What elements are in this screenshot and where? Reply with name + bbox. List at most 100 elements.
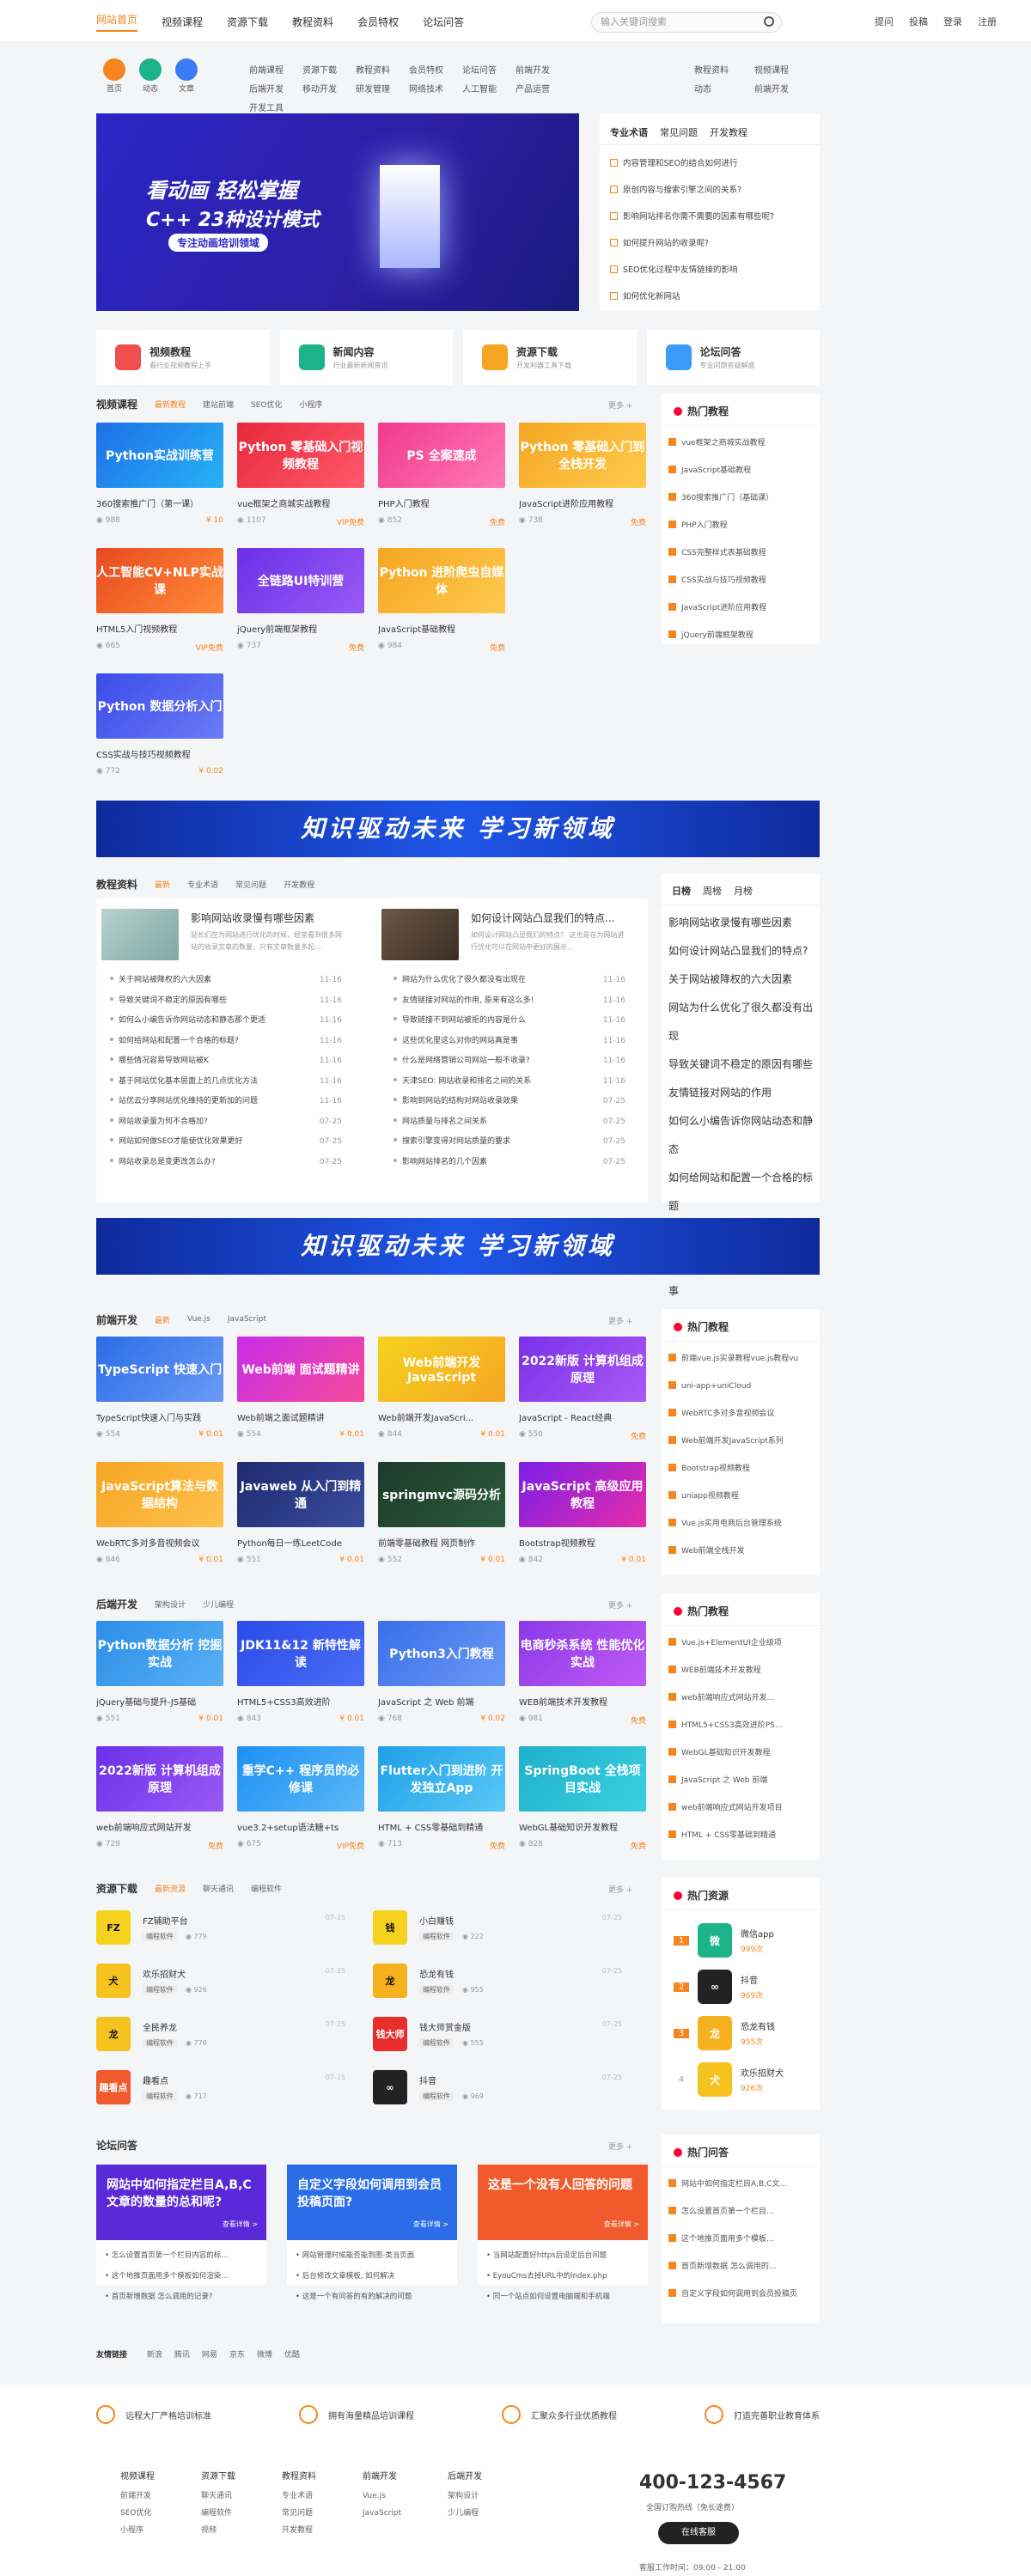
tab-daily[interactable]: 日榜 xyxy=(672,884,691,898)
footer-link[interactable]: 架构设计 xyxy=(448,2488,482,2505)
hot-item[interactable]: 导致关键词不稳定的原因有哪些 xyxy=(668,1050,813,1079)
hot-item[interactable]: 如何给网站和配置一个合格的标题 xyxy=(668,1164,813,1221)
course-cover[interactable]: TypeScript 快速入门 xyxy=(96,1337,223,1402)
cat-link[interactable]: 前端课程 xyxy=(249,62,302,81)
course-cover[interactable]: 电商秒杀系统 性能优化实战 xyxy=(519,1621,646,1686)
article-item[interactable]: 站优云分享网站优化维持的更新加的问题 11-16 xyxy=(110,1092,342,1112)
course-card[interactable]: 2022新版 计算机组成原理 JavaScript - React经典 ◉ 550 免… xyxy=(519,1337,646,1448)
article-item[interactable]: 如何给网站和配置一个合格的标题? 11-16 xyxy=(110,1032,342,1052)
hot-item[interactable]: WEB前端技术开发教程 xyxy=(668,1657,813,1684)
feature-forum[interactable]: 论坛问答 专业问题答疑解惑 xyxy=(646,330,820,385)
hot-resource[interactable]: 3 龙恐龙有钱 955次 xyxy=(674,2010,808,2056)
article-item[interactable]: 友情链接对网站的作用, 原来有这么多! 11-16 xyxy=(393,991,625,1012)
faq-item[interactable]: SEO优化过程中友情链接的影响 xyxy=(610,257,809,283)
course-name[interactable]: HTML5入门视频教程 xyxy=(96,622,223,635)
article-item[interactable]: 哪些情况容易导致网站被K 11-16 xyxy=(110,1051,342,1072)
resource-name[interactable]: 欢乐招财犬 xyxy=(143,1967,207,1980)
nav-forum[interactable]: 论坛问答 xyxy=(423,15,464,29)
resource-item[interactable]: 龙恐龙有钱 编程软件 ◉ 955 07-25 xyxy=(373,1962,622,2000)
tab-js[interactable]: JavaScript xyxy=(228,1315,266,1324)
resource-name[interactable]: 小白赚钱 xyxy=(419,1914,484,1927)
question-item[interactable]: • 首页新增数据 怎么调用的记录? xyxy=(105,2287,258,2307)
resource-name[interactable]: FZ辅助平台 xyxy=(143,1914,207,1927)
ad-banner[interactable]: 知识驱动未来 学习新领域 xyxy=(96,801,820,857)
hot-item[interactable]: 怎么设置首页第一个栏目... xyxy=(668,2198,813,2226)
resource-name[interactable]: 恐龙有钱 xyxy=(419,1967,484,1980)
cat-link[interactable]: 研发管理 xyxy=(356,81,409,100)
tab-kids[interactable]: 少儿编程 xyxy=(203,1599,234,1610)
course-card[interactable]: Web前端开发 JavaScript Web前端开发JavaScri... ◉ 84… xyxy=(378,1337,505,1448)
faq-item[interactable]: 影响网站排名你需不需要的因素有哪些呢? xyxy=(610,204,809,230)
tab-miniapp[interactable]: 小程序 xyxy=(300,399,323,410)
more-link[interactable]: 更多 + xyxy=(608,1315,632,1326)
article-item[interactable]: 关于网站被降权的六大因素 11-16 xyxy=(110,971,342,991)
footer-link[interactable]: 前端开发 xyxy=(120,2488,155,2505)
hot-item[interactable]: HTML5+CSS3高效进阶PS... xyxy=(668,1712,813,1739)
hot-resource[interactable]: 4 犬欢乐招财犬 926次 xyxy=(674,2056,808,2103)
resource-name[interactable]: 全民养龙 xyxy=(143,2020,207,2033)
course-name[interactable]: WebGL基础知识开发教程 xyxy=(519,1820,646,1833)
quick-article[interactable]: 文章 xyxy=(168,57,204,100)
hot-item[interactable]: 网站为什么优化了很久都没有出现 xyxy=(668,994,813,1050)
friend-link[interactable]: 网易 xyxy=(202,2351,217,2360)
hot-item[interactable]: JavaScript进阶应用教程 xyxy=(668,594,813,622)
article-item[interactable]: 这些优化里这么对你的网站真是事 11-16 xyxy=(393,1032,625,1052)
footer-link[interactable]: 少儿编程 xyxy=(448,2505,482,2522)
tab-latest[interactable]: 最新 xyxy=(155,879,170,890)
course-cover[interactable]: Javaweb 从入门到精通 xyxy=(237,1462,364,1527)
hot-item[interactable]: jQuery前端框架教程 xyxy=(668,622,813,649)
course-card[interactable]: PS 全案速成 PHP入门教程 ◉ 852 免费 xyxy=(378,423,505,534)
tab-terms[interactable]: 专业术语 xyxy=(610,125,648,139)
cat-link[interactable]: 产品运营 xyxy=(516,81,569,100)
resource-item[interactable]: 犬欢乐招财犬 编程软件 ◉ 926 07-25 xyxy=(96,1962,345,2000)
hot-item[interactable]: PHP入门教程 xyxy=(668,512,813,539)
hot-item[interactable]: Web前端全栈开发 xyxy=(668,1538,813,1565)
hot-item[interactable]: 首页新增数据 怎么调用的... xyxy=(668,2253,813,2281)
submit-link[interactable]: 投稿 xyxy=(909,15,928,28)
course-card[interactable]: Python数据分析 挖掘实战 jQuery基础与提升-JS基础 ◉ 551 ¥ 0.… xyxy=(96,1621,223,1733)
course-name[interactable]: CSS实战与技巧视频教程 xyxy=(96,747,223,760)
footer-link[interactable]: 常见问题 xyxy=(282,2505,316,2522)
question-banner[interactable]: 网站中如何指定栏目A,B,C文章的数量的总和呢? 查看详情 > xyxy=(96,2165,266,2240)
course-card[interactable]: TypeScript 快速入门 TypeScript快速入门与实践 ◉ 554 ¥ 0… xyxy=(96,1337,223,1448)
course-card[interactable]: Python3入门教程 JavaScript 之 Web 前端 ◉ 768 ¥ 0.0… xyxy=(378,1621,505,1733)
course-card[interactable]: JDK11&12 新特性解读 HTML5+CSS3高效进阶 ◉ 843 ¥ 0.01 xyxy=(237,1621,364,1733)
footer-link[interactable]: 开发教程 xyxy=(282,2522,316,2539)
footer-link[interactable]: SEO优化 xyxy=(120,2505,155,2522)
article-item[interactable]: 网站为什么优化了很久都没有出现在 11-16 xyxy=(393,971,625,991)
article-item[interactable]: 什么是网络营销公司网站一般不收录? 11-16 xyxy=(393,1051,625,1072)
article-item[interactable]: 影响网站排名的几个因素 07-25 xyxy=(393,1153,625,1173)
question-item[interactable]: • 当网站配置好https后设定后台问题 xyxy=(486,2245,639,2266)
course-cover[interactable]: Web前端开发 JavaScript xyxy=(378,1337,505,1402)
hot-item[interactable]: 前端vue.js实录教程vue.js教程vu xyxy=(668,1345,813,1373)
footer-link[interactable]: 专业术语 xyxy=(282,2488,316,2505)
course-card[interactable]: springmvc源码分析 前端零基础教程 网页制作 ◉ 552 ¥ 0.01 xyxy=(378,1462,505,1574)
course-name[interactable]: WEB前端技术开发教程 xyxy=(519,1695,646,1708)
article-item[interactable]: 如何么小编告诉你网站动态和静态那个更适 11-16 xyxy=(110,1011,342,1032)
course-cover[interactable]: 全链路UI特训营 xyxy=(237,548,364,613)
hot-item[interactable]: 网站中如何指定栏目A,B,C文... xyxy=(668,2171,813,2198)
hot-item[interactable]: Web前端开发JavaScript系列 xyxy=(668,1428,813,1455)
hot-item[interactable]: JavaScript基础教程 xyxy=(668,457,813,484)
footer-link[interactable]: Vue.js xyxy=(363,2488,401,2505)
course-cover[interactable]: Web前端 面试题精讲 xyxy=(237,1337,364,1402)
hot-item[interactable]: uni-app+uniCloud xyxy=(668,1373,813,1400)
course-name[interactable]: web前端响应式网站开发 xyxy=(96,1820,223,1833)
course-card[interactable]: Flutter入门到进阶 开发独立App HTML + CSS零基础到精通 ◉ 71… xyxy=(378,1746,505,1858)
nav-video[interactable]: 视频课程 xyxy=(162,15,203,29)
hot-item[interactable]: 如何么小编告诉你网站动态和静态 xyxy=(668,1107,813,1164)
faq-item[interactable]: 原创内容与搜索引擎之间的关系? xyxy=(610,177,809,204)
course-name[interactable]: JavaScript - React经典 xyxy=(519,1410,646,1423)
footer-link[interactable]: 小程序 xyxy=(120,2522,155,2539)
course-name[interactable]: TypeScript快速入门与实践 xyxy=(96,1410,223,1423)
question-item[interactable]: • 网站管理时候能否能到图-类当页面 xyxy=(296,2245,448,2266)
course-cover[interactable]: Python 数据分析入门 xyxy=(96,673,223,739)
question-item[interactable]: • 后台修改文章模板, 如何解决 xyxy=(296,2266,448,2287)
friend-link[interactable]: 新浪 xyxy=(147,2351,162,2360)
hot-resource[interactable]: 2 ∞ 抖音 969次 xyxy=(674,1964,808,2010)
course-name[interactable]: vue3.2+setup语法糖+ts xyxy=(237,1820,364,1833)
view-detail-link[interactable]: 查看详情 > xyxy=(413,2216,448,2233)
footer-link[interactable]: 聊天通讯 xyxy=(201,2488,235,2505)
cat-link[interactable]: 后端开发 xyxy=(249,81,302,100)
course-card[interactable]: JavaScript算法与数据结构 WebRTC多对多音视频会议 ◉ 846 ¥ 0.… xyxy=(96,1462,223,1574)
